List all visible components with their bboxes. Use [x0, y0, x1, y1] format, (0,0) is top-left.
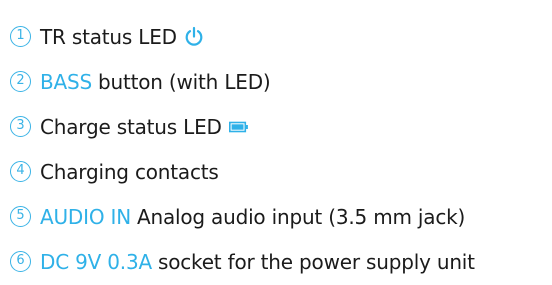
- item-text: Charging contacts: [40, 160, 219, 184]
- legend-item: 5 AUDIO IN Analog audio input (3.5 mm jac…: [10, 194, 546, 239]
- item-label: socket for the power supply unit: [157, 249, 475, 274]
- item-number-badge: 3: [10, 116, 31, 137]
- item-text: DC 9V 0.3A socket for the power supply un…: [40, 250, 475, 274]
- legend-item: 3 Charge status LED: [10, 104, 546, 149]
- legend-item: 6 DC 9V 0.3A socket for the power supply …: [10, 239, 546, 284]
- item-number-badge: 2: [10, 71, 31, 92]
- legend-list: 1 TR status LED 2 BASS button (with LED) …: [10, 14, 546, 284]
- item-highlight: AUDIO IN: [40, 204, 131, 229]
- item-label: TR status LED: [40, 24, 177, 49]
- item-label: button (with LED): [98, 69, 271, 94]
- legend-item: 4 Charging contacts: [10, 149, 546, 194]
- power-icon: [184, 26, 204, 48]
- legend-item: 2 BASS button (with LED): [10, 59, 546, 104]
- item-highlight: DC 9V 0.3A: [40, 249, 152, 274]
- item-text: Charge status LED: [40, 115, 222, 139]
- item-highlight: BASS: [40, 69, 92, 94]
- item-label: Analog audio input (3.5 mm jack): [136, 204, 466, 229]
- item-label: Charge status LED: [40, 114, 222, 139]
- item-number-badge: 1: [10, 26, 31, 47]
- item-number-badge: 6: [10, 251, 31, 272]
- item-label: Charging contacts: [40, 159, 219, 184]
- item-text: AUDIO IN Analog audio input (3.5 mm jack): [40, 205, 465, 229]
- battery-icon: [228, 121, 249, 133]
- item-number-badge: 5: [10, 206, 31, 227]
- legend-item: 1 TR status LED: [10, 14, 546, 59]
- item-text: TR status LED: [40, 25, 177, 49]
- item-text: BASS button (with LED): [40, 70, 271, 94]
- item-number-badge: 4: [10, 161, 31, 182]
